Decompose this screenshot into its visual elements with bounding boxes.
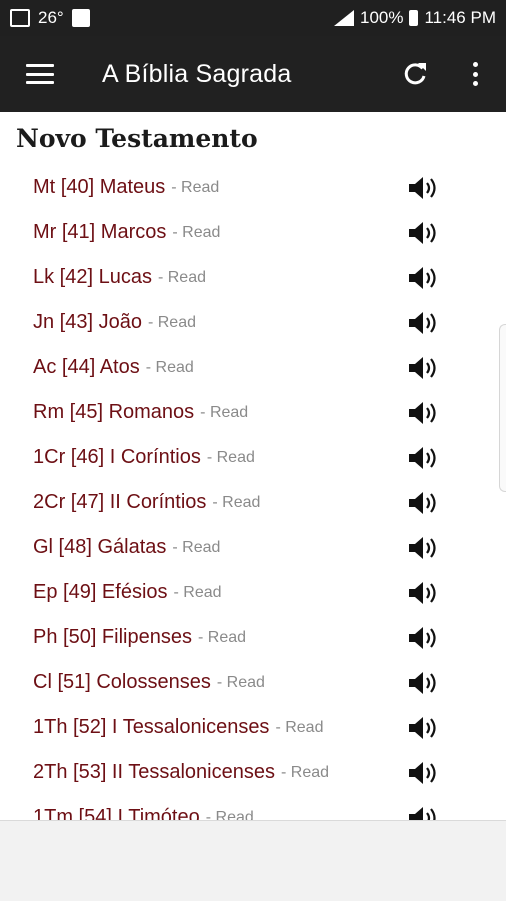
speaker-icon[interactable] — [407, 624, 441, 652]
read-link[interactable]: - Read — [148, 314, 196, 332]
book-row[interactable]: 1Cr [46] I Coríntios - Read — [0, 435, 506, 480]
status-bar: 26° 100% 11:46 PM — [0, 0, 506, 36]
clock: 11:46 PM — [424, 8, 496, 27]
read-link[interactable]: - Read — [146, 359, 194, 377]
speaker-icon[interactable] — [407, 399, 441, 427]
book-row[interactable]: Ep [49] Efésios - Read — [0, 570, 506, 615]
read-link[interactable]: - Read — [275, 719, 323, 737]
scrollbar-thumb[interactable] — [499, 324, 506, 492]
battery-percent: 100% — [360, 8, 404, 27]
book-list: Mt [40] Mateus - Read Mr [41] Marcos - Read… — [0, 165, 506, 820]
more-options-icon[interactable] — [472, 62, 478, 86]
temperature-text: 26° — [38, 8, 64, 27]
app-title: A Bíblia Sagrada — [102, 59, 292, 88]
speaker-icon[interactable] — [407, 219, 441, 247]
speaker-icon[interactable] — [407, 804, 441, 820]
book-title[interactable]: 2Th [53] II Tessalonicenses — [33, 761, 275, 784]
image-notification-icon — [10, 9, 30, 27]
section-title: Novo Testamento — [16, 124, 258, 153]
read-link[interactable]: - Read — [174, 584, 222, 602]
book-row[interactable]: Rm [45] Romanos - Read — [0, 390, 506, 435]
read-link[interactable]: - Read — [171, 179, 219, 197]
book-title[interactable]: Gl [48] Gálatas — [33, 536, 166, 559]
speaker-icon[interactable] — [407, 714, 441, 742]
speaker-icon[interactable] — [407, 669, 441, 697]
read-link[interactable]: - Read — [172, 539, 220, 557]
speaker-icon[interactable] — [407, 579, 441, 607]
speaker-icon[interactable] — [407, 354, 441, 382]
speaker-icon[interactable] — [407, 264, 441, 292]
menu-icon[interactable] — [26, 64, 54, 84]
signal-icon — [334, 10, 354, 26]
book-title[interactable]: Ep [49] Efésios — [33, 581, 168, 604]
book-row[interactable]: Jn [43] João - Read — [0, 300, 506, 345]
status-bar-right: 100% 11:46 PM — [334, 8, 506, 28]
speaker-icon[interactable] — [407, 489, 441, 517]
book-row[interactable]: Ph [50] Filipenses - Read — [0, 615, 506, 660]
read-link[interactable]: - Read — [217, 674, 265, 692]
status-bar-left: 26° — [0, 8, 90, 28]
book-title[interactable]: Cl [51] Colossenses — [33, 671, 211, 694]
book-list-panel: Novo Testamento Mt [40] Mateus - Read Mr [… — [0, 112, 506, 820]
book-row[interactable]: Ac [44] Atos - Read — [0, 345, 506, 390]
read-link[interactable]: - Read — [212, 494, 260, 512]
speaker-icon[interactable] — [407, 534, 441, 562]
book-row[interactable]: 2Th [53] II Tessalonicenses - Read — [0, 750, 506, 795]
book-title[interactable]: Lk [42] Lucas — [33, 266, 152, 289]
speaker-icon[interactable] — [407, 444, 441, 472]
app-toolbar: A Bíblia Sagrada — [0, 36, 506, 112]
speaker-icon[interactable] — [407, 759, 441, 787]
read-link[interactable]: - Read — [281, 764, 329, 782]
book-row[interactable]: 1Th [52] I Tessalonicenses - Read — [0, 705, 506, 750]
book-title[interactable]: Ph [50] Filipenses — [33, 626, 192, 649]
book-title[interactable]: 1Cr [46] I Coríntios — [33, 446, 201, 469]
read-link[interactable]: - Read — [207, 449, 255, 467]
book-title[interactable]: 1Th [52] I Tessalonicenses — [33, 716, 269, 739]
book-row[interactable]: 1Tm [54] I Timóteo - Read — [0, 795, 506, 820]
app-notification-icon — [71, 9, 90, 27]
book-row[interactable]: Cl [51] Colossenses - Read — [0, 660, 506, 705]
book-row[interactable]: 2Cr [47] II Coríntios - Read — [0, 480, 506, 525]
battery-icon — [409, 10, 419, 26]
read-link[interactable]: - Read — [198, 629, 246, 647]
book-row[interactable]: Mt [40] Mateus - Read — [0, 165, 506, 210]
speaker-icon[interactable] — [407, 174, 441, 202]
refresh-icon[interactable] — [400, 59, 430, 89]
book-title[interactable]: Mr [41] Marcos — [33, 221, 166, 244]
book-title[interactable]: Jn [43] João — [33, 311, 142, 334]
book-row[interactable]: Gl [48] Gálatas - Read — [0, 525, 506, 570]
speaker-icon[interactable] — [407, 309, 441, 337]
book-row[interactable]: Lk [42] Lucas - Read — [0, 255, 506, 300]
book-title[interactable]: 1Tm [54] I Timóteo — [33, 806, 200, 820]
book-title[interactable]: Ac [44] Atos — [33, 356, 140, 379]
bottom-bar — [0, 820, 506, 901]
book-title[interactable]: Mt [40] Mateus — [33, 176, 165, 199]
book-title[interactable]: Rm [45] Romanos — [33, 401, 194, 424]
read-link[interactable]: - Read — [158, 269, 206, 287]
read-link[interactable]: - Read — [172, 224, 220, 242]
book-title[interactable]: 2Cr [47] II Coríntios — [33, 491, 206, 514]
read-link[interactable]: - Read — [200, 404, 248, 422]
book-row[interactable]: Mr [41] Marcos - Read — [0, 210, 506, 255]
read-link[interactable]: - Read — [206, 809, 254, 821]
